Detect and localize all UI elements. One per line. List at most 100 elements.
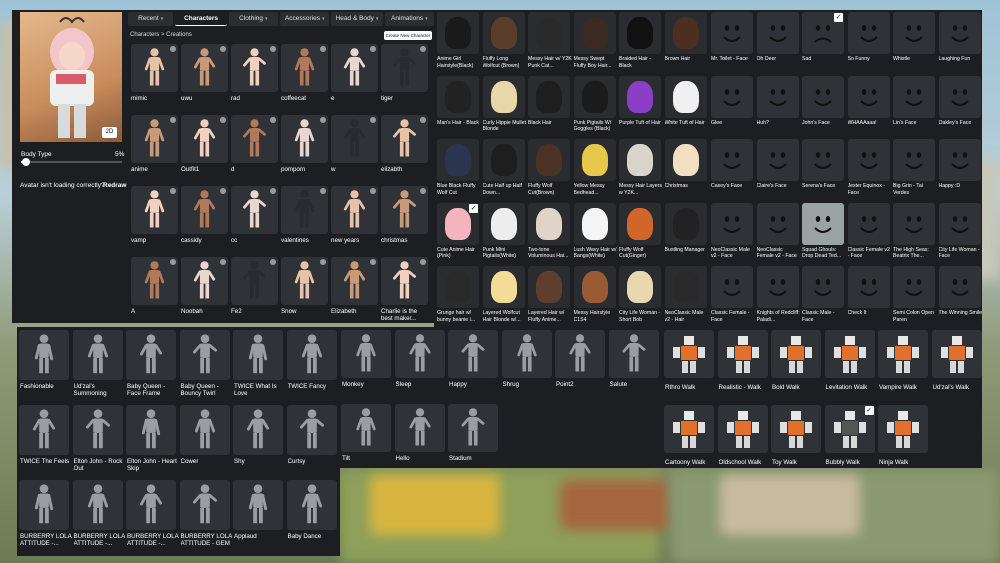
hair-tile[interactable] <box>573 266 616 308</box>
face-tile[interactable] <box>756 139 799 181</box>
emote-tile[interactable] <box>448 330 498 378</box>
walk-tile[interactable] <box>878 405 928 453</box>
character-tile[interactable] <box>181 115 228 163</box>
character-tile[interactable] <box>331 115 378 163</box>
gear-badge-icon[interactable] <box>370 259 376 265</box>
hair-tile[interactable] <box>619 75 661 118</box>
hair-tile[interactable] <box>573 75 616 118</box>
character-tile[interactable] <box>381 186 428 234</box>
gear-badge-icon[interactable] <box>220 117 226 123</box>
face-tile[interactable] <box>802 266 844 308</box>
face-tile[interactable] <box>802 139 844 181</box>
gear-badge-icon[interactable] <box>420 259 426 265</box>
hair-tile[interactable] <box>437 12 479 54</box>
walk-tile[interactable] <box>717 330 768 378</box>
character-tile[interactable] <box>131 186 178 234</box>
walk-tile[interactable] <box>664 405 714 453</box>
hair-tile[interactable] <box>664 139 707 181</box>
hair-tile[interactable] <box>482 139 525 181</box>
gear-badge-icon[interactable] <box>170 259 176 265</box>
character-tile[interactable] <box>381 257 428 305</box>
emote-tile[interactable] <box>448 404 498 452</box>
hair-tile[interactable] <box>482 202 525 245</box>
emote-tile[interactable] <box>126 405 176 455</box>
face-tile[interactable]: ✓ <box>802 12 844 54</box>
gear-badge-icon[interactable] <box>420 46 426 52</box>
character-tile[interactable] <box>281 115 328 163</box>
hair-tile[interactable] <box>528 12 570 54</box>
tab-recent[interactable]: Recent ▾ <box>128 12 174 26</box>
emote-tile[interactable] <box>126 480 176 530</box>
gear-badge-icon[interactable] <box>420 117 426 123</box>
character-tile[interactable] <box>331 186 378 234</box>
character-tile[interactable] <box>231 186 278 234</box>
character-tile[interactable] <box>381 115 428 163</box>
emote-tile[interactable] <box>286 480 337 530</box>
hair-tile[interactable] <box>619 266 661 308</box>
emote-tile[interactable] <box>233 330 283 380</box>
character-tile[interactable] <box>231 115 278 163</box>
face-tile[interactable] <box>756 202 799 245</box>
hair-tile[interactable] <box>664 202 707 245</box>
face-tile[interactable] <box>847 75 890 118</box>
emote-tile[interactable] <box>286 405 337 455</box>
gear-badge-icon[interactable] <box>220 46 226 52</box>
tab-animations[interactable]: Animations ▾ <box>384 12 434 26</box>
face-tile[interactable] <box>756 12 799 54</box>
face-tile[interactable] <box>893 139 935 181</box>
face-tile[interactable] <box>711 266 753 308</box>
face-tile[interactable] <box>893 202 935 245</box>
face-tile[interactable] <box>847 12 890 54</box>
hair-tile[interactable] <box>619 139 661 181</box>
gear-badge-icon[interactable] <box>370 188 376 194</box>
walk-tile[interactable] <box>878 330 928 378</box>
gear-badge-icon[interactable] <box>270 117 276 123</box>
gear-badge-icon[interactable] <box>320 117 326 123</box>
character-tile[interactable] <box>281 186 328 234</box>
hair-tile[interactable] <box>573 12 616 54</box>
gear-badge-icon[interactable] <box>270 188 276 194</box>
emote-tile[interactable] <box>72 405 123 455</box>
face-tile[interactable] <box>711 75 753 118</box>
face-tile[interactable] <box>711 12 753 54</box>
hair-tile[interactable] <box>437 266 479 308</box>
gear-badge-icon[interactable] <box>370 117 376 123</box>
face-tile[interactable] <box>847 266 890 308</box>
walk-tile[interactable] <box>717 405 768 453</box>
hair-tile[interactable] <box>528 75 570 118</box>
tab-accessories[interactable]: Accessories ▾ <box>280 12 330 26</box>
face-tile[interactable] <box>847 202 890 245</box>
hair-tile[interactable] <box>482 75 525 118</box>
walk-tile[interactable] <box>664 330 714 378</box>
face-tile[interactable] <box>756 75 799 118</box>
hair-tile[interactable] <box>664 266 707 308</box>
face-tile[interactable] <box>893 266 935 308</box>
face-tile[interactable] <box>938 12 981 54</box>
face-tile[interactable] <box>802 75 844 118</box>
hair-tile[interactable] <box>482 12 525 54</box>
emote-tile[interactable] <box>19 405 69 455</box>
gear-badge-icon[interactable] <box>270 46 276 52</box>
emote-tile[interactable] <box>179 405 230 455</box>
tab-head-body[interactable]: Head & Body ▾ <box>331 12 383 26</box>
walk-tile[interactable] <box>771 330 821 378</box>
gear-badge-icon[interactable] <box>320 259 326 265</box>
face-tile[interactable] <box>938 75 981 118</box>
hair-tile[interactable] <box>573 202 616 245</box>
emote-tile[interactable] <box>341 330 391 378</box>
hair-tile[interactable] <box>482 266 525 308</box>
hair-tile[interactable] <box>528 139 570 181</box>
character-tile[interactable] <box>131 115 178 163</box>
gear-badge-icon[interactable] <box>170 46 176 52</box>
emote-tile[interactable] <box>341 404 391 452</box>
hair-tile[interactable]: ✓ <box>437 202 479 245</box>
character-tile[interactable] <box>181 257 228 305</box>
tab-characters[interactable]: Characters <box>175 12 227 26</box>
face-tile[interactable] <box>893 12 935 54</box>
emote-tile[interactable] <box>179 330 230 380</box>
zoom-badge[interactable]: 2D <box>102 127 117 138</box>
walk-tile[interactable]: ✓ <box>824 405 875 453</box>
emote-tile[interactable] <box>72 480 123 530</box>
gear-badge-icon[interactable] <box>370 46 376 52</box>
emote-tile[interactable] <box>233 480 283 530</box>
